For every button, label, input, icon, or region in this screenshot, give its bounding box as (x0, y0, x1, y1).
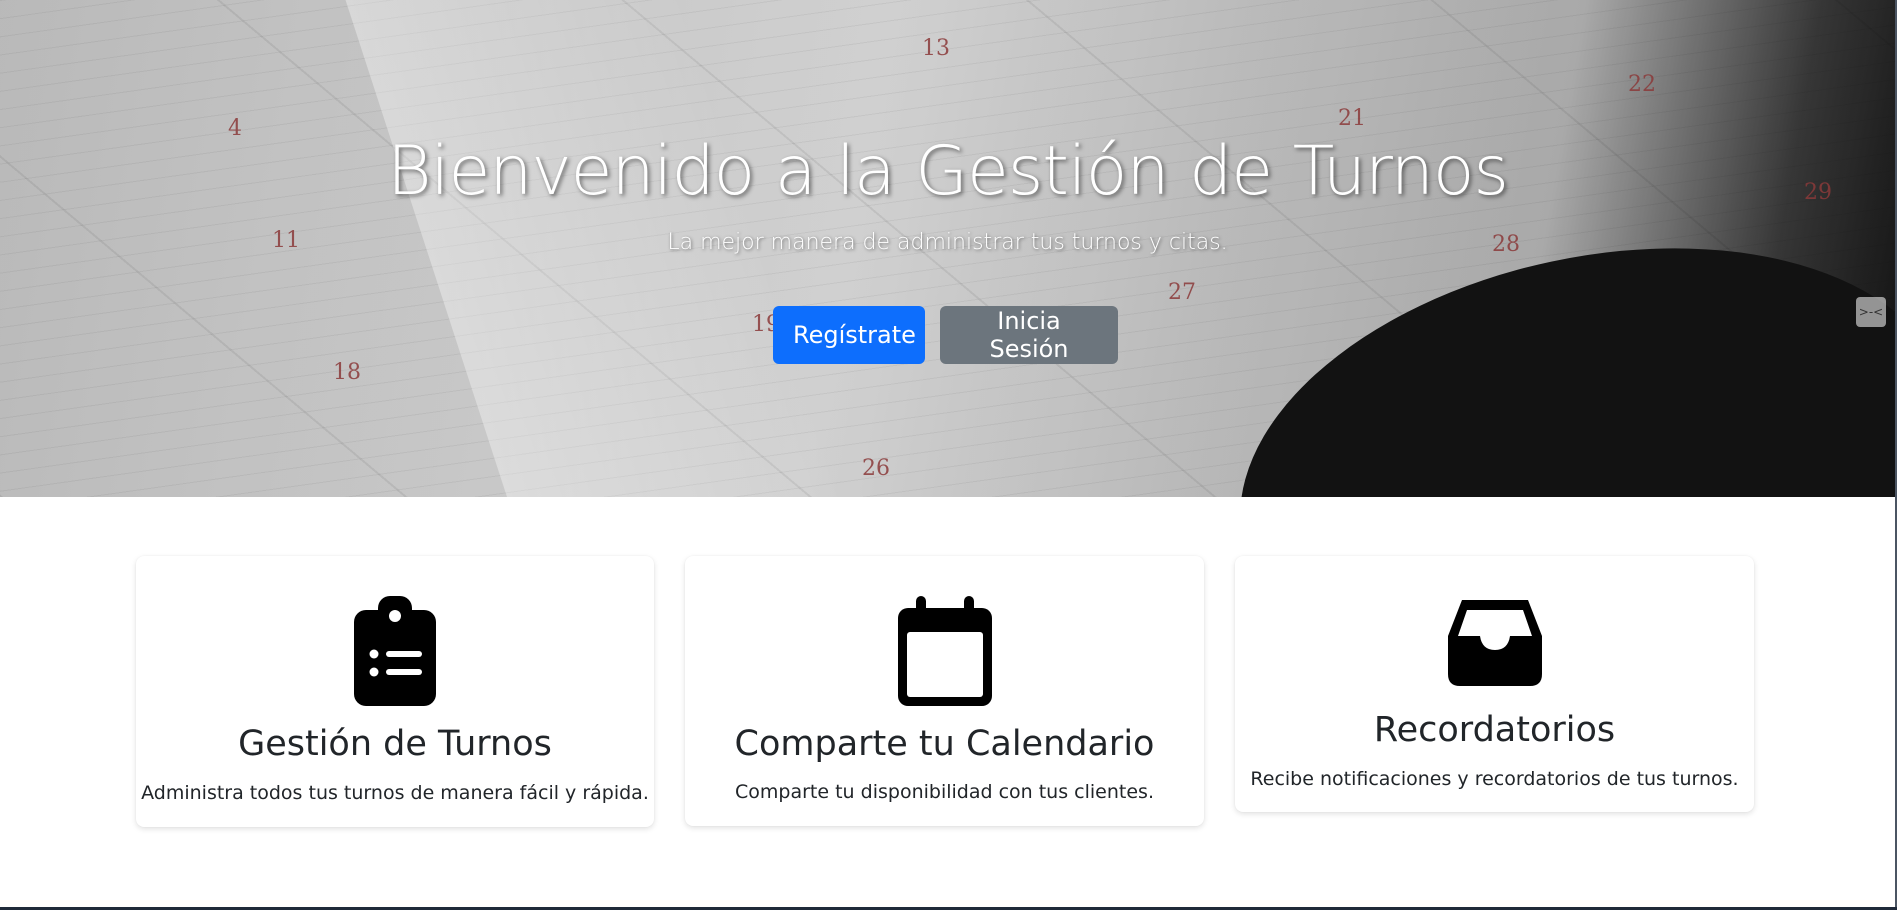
feature-card-recordatorios: Recordatorios Recibe notificaciones y re… (1235, 556, 1754, 812)
calendar-number: 13 (922, 36, 950, 61)
calendar-number: 21 (1338, 106, 1366, 131)
feature-text: Comparte tu disponibilidad con tus clien… (735, 781, 1154, 803)
feature-title: Recordatorios (1373, 710, 1616, 750)
hero-section: 4 11 18 13 21 22 27 28 29 26 19 Bienveni… (0, 0, 1895, 497)
feature-title: Gestión de Turnos (238, 724, 552, 764)
feature-card-turnos: Gestión de Turnos Administra todos tus t… (136, 556, 654, 827)
clipboard-list-icon (354, 596, 436, 710)
calendar-number: 18 (333, 360, 361, 385)
side-widget-icon[interactable]: >-< (1856, 297, 1886, 327)
calendar-number: 22 (1628, 72, 1656, 97)
calendar-number: 27 (1168, 280, 1196, 305)
feature-text: Administra todos tus turnos de manera fá… (141, 782, 649, 804)
login-button[interactable]: Inicia Sesión (940, 306, 1118, 364)
feature-text: Recibe notificaciones y recordatorios de… (1250, 768, 1739, 790)
hero-title: Bienvenido a la Gestión de Turnos (387, 132, 1509, 211)
hero-subtitle: La mejor manera de administrar tus turno… (667, 230, 1228, 255)
feature-title: Comparte tu Calendario (734, 724, 1155, 764)
register-button[interactable]: Regístrate (773, 306, 925, 364)
feature-card-calendario: Comparte tu Calendario Comparte tu dispo… (685, 556, 1204, 826)
calendar-number: 26 (862, 456, 890, 481)
inbox-icon (1447, 600, 1542, 690)
calendar-icon (897, 596, 992, 710)
